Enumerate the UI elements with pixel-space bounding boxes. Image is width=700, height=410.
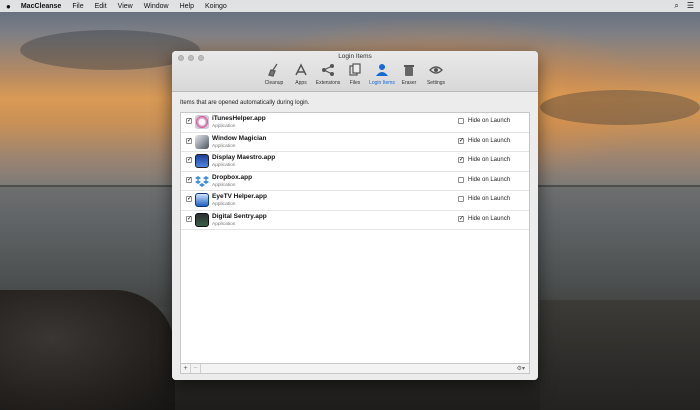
title-bar: Login Items Cleanup Apps Extensions File…: [172, 51, 538, 92]
tool-eraser[interactable]: Eraser: [397, 62, 422, 86]
hide-on-launch-checkbox[interactable]: ✓: [458, 137, 464, 144]
rocks: [540, 300, 700, 410]
cloud: [540, 90, 700, 125]
eye-icon: [428, 62, 444, 78]
hide-on-launch-checkbox[interactable]: ✓: [458, 215, 464, 222]
eyetv-icon: [195, 193, 209, 207]
menu-bar: ● MacCleanse File Edit View Window Help …: [0, 0, 700, 12]
list-item[interactable]: ✓ Window Magician Application ✓ Hide on …: [181, 133, 529, 152]
tool-files[interactable]: Files: [343, 62, 368, 86]
tool-extensions[interactable]: Extensions: [316, 62, 341, 86]
menu-file[interactable]: File: [72, 3, 83, 10]
apps-icon: [293, 62, 309, 78]
dropbox-icon: [195, 173, 209, 188]
toolbar: Cleanup Apps Extensions Files Login Item…: [172, 62, 538, 86]
enable-checkbox[interactable]: ✓: [186, 196, 192, 202]
hide-on-launch-checkbox[interactable]: [458, 118, 464, 124]
pane-description: Items that are opened automatically duri…: [180, 100, 310, 106]
sentry-icon: [195, 212, 209, 227]
menu-view[interactable]: View: [118, 3, 133, 10]
remove-item-button[interactable]: −: [191, 364, 201, 373]
gear-menu-icon[interactable]: ⚙▾: [517, 365, 525, 372]
itunes-icon: [195, 115, 209, 129]
menu-edit[interactable]: Edit: [95, 3, 107, 10]
list-item[interactable]: ✓ Dropbox.app Application Hide on Launch: [181, 172, 529, 191]
share-icon: [320, 62, 336, 78]
broom-icon: [266, 62, 282, 78]
hide-on-launch-checkbox[interactable]: [458, 176, 464, 183]
menu-help[interactable]: Help: [180, 3, 194, 10]
hide-on-launch-checkbox[interactable]: ✓: [458, 157, 464, 163]
hide-on-launch-checkbox[interactable]: [458, 196, 464, 202]
display-icon: [195, 154, 209, 168]
enable-checkbox[interactable]: ✓: [186, 137, 192, 144]
magician-icon: [195, 134, 209, 149]
enable-checkbox[interactable]: ✓: [186, 118, 192, 124]
enable-checkbox[interactable]: ✓: [186, 157, 192, 163]
tool-login-items[interactable]: Login Items: [369, 62, 395, 86]
spotlight-search-icon[interactable]: ⌕: [674, 1, 678, 11]
trash-icon: [401, 62, 417, 78]
tool-cleanup[interactable]: Cleanup: [262, 62, 287, 86]
enable-checkbox[interactable]: ✓: [186, 176, 192, 183]
apple-menu-icon[interactable]: ●: [6, 2, 11, 11]
list-item[interactable]: ✓ Display Maestro.app Application ✓ Hide…: [181, 152, 529, 172]
person-icon: [374, 62, 390, 78]
login-items-pane: Items that are opened automatically duri…: [172, 92, 538, 380]
list-bottom-bar: + − ⚙▾: [180, 364, 530, 374]
login-items-window: Login Items Cleanup Apps Extensions File…: [172, 51, 538, 380]
list-item[interactable]: ✓ EyeTV Helper.app Application Hide on L…: [181, 191, 529, 211]
list-item[interactable]: ✓ Digital Sentry.app Application ✓ Hide …: [181, 211, 529, 230]
rocks: [0, 290, 175, 410]
add-item-button[interactable]: +: [181, 364, 191, 373]
list-item[interactable]: ✓ iTunesHelper.app Application Hide on L…: [181, 113, 529, 133]
files-icon: [347, 62, 363, 78]
tool-apps[interactable]: Apps: [289, 62, 314, 86]
tool-settings[interactable]: Settings: [424, 62, 449, 86]
menu-koingo[interactable]: Koingo: [205, 3, 227, 10]
menu-app-name[interactable]: MacCleanse: [21, 3, 61, 10]
login-items-list: ✓ iTunesHelper.app Application Hide on L…: [180, 112, 530, 364]
window-title: Login Items: [338, 53, 372, 60]
menu-window[interactable]: Window: [144, 3, 169, 10]
enable-checkbox[interactable]: ✓: [186, 215, 192, 222]
notification-center-icon[interactable]: ☰: [687, 1, 694, 11]
